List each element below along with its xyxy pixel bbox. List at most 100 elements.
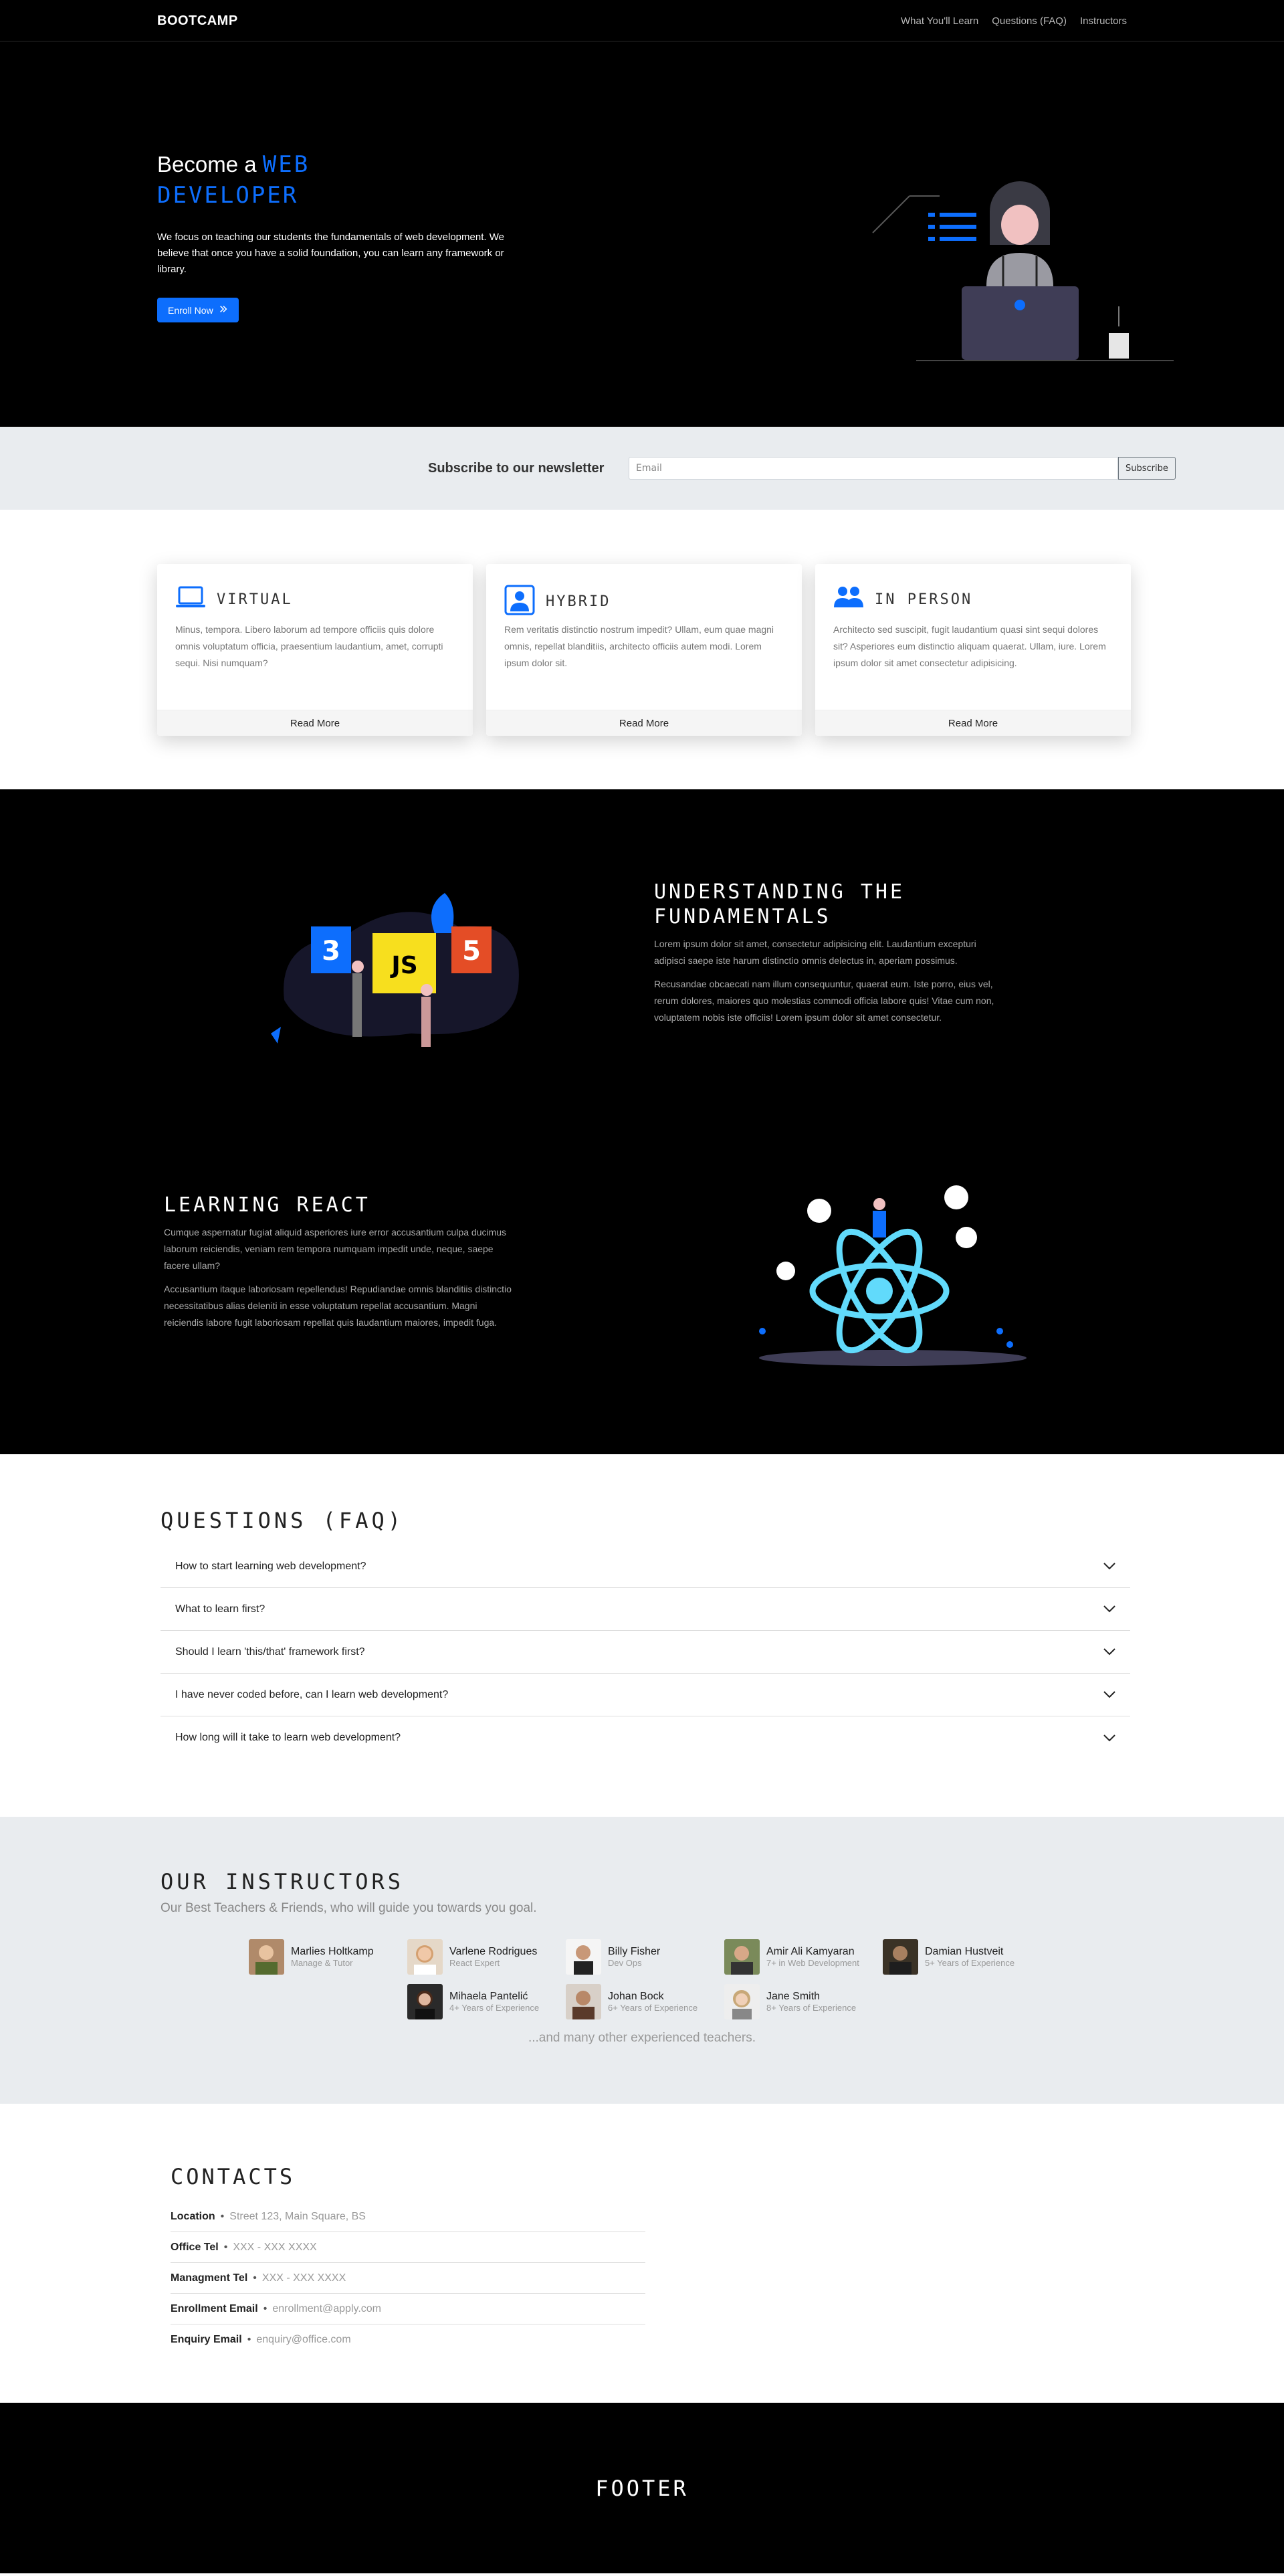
- chevron-down-icon: [1103, 1646, 1115, 1658]
- card-virtual: VIRTUAL Minus, tempora. Libero laborum a…: [157, 564, 473, 736]
- contact-value[interactable]: enrollment@apply.com: [272, 2303, 381, 2315]
- instructor-card[interactable]: Varlene Rodrigues React Expert: [407, 1939, 537, 1975]
- svg-text:5: 5: [462, 936, 481, 967]
- instructor-role: 6+ Years of Experience: [608, 2003, 698, 2013]
- faq-item[interactable]: Should I learn 'this/that' framework fir…: [160, 1631, 1130, 1674]
- bullet-separator: •: [223, 2241, 228, 2253]
- fundamentals-text: UNDERSTANDING THE FUNDAMENTALS Lorem ips…: [654, 880, 1002, 1026]
- instructor-card[interactable]: Damian Hustveit 5+ Years of Experience: [883, 1939, 1014, 1975]
- card-body: Rem veritatis distinctio nostrum impedit…: [504, 624, 774, 668]
- contact-value[interactable]: XXX - XXX XXXX: [262, 2272, 346, 2284]
- hero-title-accent-web: WEB: [262, 151, 310, 178]
- instructor-name: Damian Hustveit: [925, 1946, 1004, 1957]
- brand-logo[interactable]: BOOTCAMP: [157, 13, 238, 29]
- chevron-down-icon: [1103, 1732, 1115, 1745]
- footer: FOOTER: [0, 2403, 1284, 2573]
- bullet-separator: •: [263, 2302, 268, 2314]
- faq-question: Should I learn 'this/that' framework fir…: [175, 1646, 365, 1658]
- avatar: [566, 1939, 601, 1975]
- fundamentals-title: UNDERSTANDING THE FUNDAMENTALS: [654, 880, 1002, 929]
- newsletter-form: Subscribe to our newsletter Email Subscr…: [428, 427, 1176, 510]
- nav-links: What You'll Learn Questions (FAQ) Instru…: [901, 15, 1127, 27]
- react-text: LEARNING REACT Cumque aspernatur fugiat …: [164, 1193, 512, 1331]
- read-more-button[interactable]: Read More: [486, 710, 802, 736]
- avatar: [249, 1939, 284, 1975]
- contact-label: Enquiry Email: [171, 2334, 242, 2345]
- instructor-role: 5+ Years of Experience: [925, 1958, 1015, 1968]
- instructors-more: ...and many other experienced teachers.: [528, 2031, 756, 2045]
- faq-item[interactable]: How long will it take to learn web devel…: [160, 1716, 1130, 1759]
- hero-title-accent-developer: DEVELOPER: [157, 182, 299, 209]
- chevron-down-icon: [1103, 1603, 1115, 1615]
- contacts-title: CONTACTS: [171, 2164, 296, 2189]
- instructor-card[interactable]: Billy Fisher Dev Ops: [566, 1939, 660, 1975]
- avatar: [566, 1984, 601, 2019]
- enroll-now-button[interactable]: Enroll Now: [157, 298, 239, 322]
- contact-row: Enrollment Email • enrollment@apply.com: [171, 2294, 645, 2324]
- nav-link-faq[interactable]: Questions (FAQ): [992, 15, 1067, 27]
- card-in-person: IN PERSON Architecto sed suscipit, fugit…: [815, 564, 1131, 736]
- double-chevron-right-icon: [219, 304, 228, 316]
- bullet-separator: •: [253, 2272, 257, 2284]
- instructor-name: Varlene Rodrigues: [449, 1946, 538, 1957]
- instructor-card[interactable]: Mihaela Pantelić 4+ Years of Experience: [407, 1984, 539, 2019]
- avatar: [407, 1939, 443, 1975]
- instructors-subtitle: Our Best Teachers & Friends, who will gu…: [160, 1901, 537, 1915]
- faq-accordion: How to start learning web development? W…: [160, 1545, 1130, 1759]
- faq-item[interactable]: What to learn first?: [160, 1588, 1130, 1631]
- learn-section: 3 JS 5 UNDERSTANDING THE FUNDAMENTALS Lo…: [0, 789, 1284, 1454]
- faq-question: What to learn first?: [175, 1603, 265, 1615]
- read-more-button[interactable]: Read More: [815, 710, 1131, 736]
- contact-label: Managment Tel: [171, 2272, 248, 2284]
- faq-title: QUESTIONS (FAQ): [160, 1508, 404, 1533]
- instructor-role: 7+ in Web Development: [766, 1958, 859, 1968]
- contact-label: Enrollment Email: [171, 2302, 258, 2314]
- nav-link-learn[interactable]: What You'll Learn: [901, 15, 978, 27]
- card-title: HYBRID: [546, 593, 611, 610]
- instructor-card[interactable]: Amir Ali Kamyaran 7+ in Web Development: [724, 1939, 859, 1975]
- instructor-name: Mihaela Pantelić: [449, 1991, 528, 2002]
- faq-question: How long will it take to learn web devel…: [175, 1732, 401, 1743]
- react-illustration: [746, 1177, 1040, 1371]
- email-input[interactable]: Email: [629, 457, 1118, 480]
- learning-modes-section: VIRTUAL Minus, tempora. Libero laborum a…: [0, 510, 1284, 789]
- card-title: IN PERSON: [875, 591, 973, 608]
- faq-question: How to start learning web development?: [175, 1560, 366, 1572]
- instructor-name: Marlies Holtkamp: [291, 1946, 374, 1957]
- card-title: VIRTUAL: [217, 591, 293, 608]
- faq-item[interactable]: I have never coded before, can I learn w…: [160, 1674, 1130, 1716]
- hero-illustration: [762, 146, 1177, 367]
- contact-value[interactable]: XXX - XXX XXXX: [233, 2242, 316, 2254]
- chevron-down-icon: [1103, 1688, 1115, 1701]
- avatar: [883, 1939, 918, 1975]
- fundamentals-illustration: 3 JS 5: [257, 866, 558, 1067]
- contact-row: Location • Street 123, Main Square, BS: [171, 2201, 645, 2232]
- contact-label: Location: [171, 2210, 215, 2222]
- read-more-button[interactable]: Read More: [157, 710, 473, 736]
- navbar: BOOTCAMP What You'll Learn Questions (FA…: [0, 0, 1284, 41]
- faq-item[interactable]: How to start learning web development?: [160, 1545, 1130, 1588]
- hero-title: Become a WEB DEVELOPER: [157, 149, 505, 211]
- react-paragraph-2: Accusantium itaque laboriosam repellendu…: [164, 1284, 512, 1328]
- instructor-role: React Expert: [449, 1958, 500, 1968]
- card-hybrid: HYBRID Rem veritatis distinctio nostrum …: [486, 564, 802, 736]
- contacts-list: Location • Street 123, Main Square, BS Off…: [171, 2201, 645, 2355]
- subscribe-button[interactable]: Subscribe: [1118, 457, 1176, 480]
- avatar: [724, 1939, 760, 1975]
- avatar: [724, 1984, 760, 2019]
- instructor-card[interactable]: Johan Bock 6+ Years of Experience: [566, 1984, 698, 2019]
- fundamentals-paragraph-1: Lorem ipsum dolor sit amet, consectetur …: [654, 938, 976, 966]
- enroll-now-label: Enroll Now: [168, 304, 213, 316]
- hero-section: Become a WEB DEVELOPER We focus on teach…: [0, 41, 1284, 427]
- svg-text:3: 3: [322, 936, 340, 967]
- contact-value[interactable]: enquiry@office.com: [256, 2334, 350, 2346]
- faq-section: QUESTIONS (FAQ) How to start learning we…: [0, 1454, 1284, 1817]
- fundamentals-title-line-1: UNDERSTANDING THE: [654, 880, 905, 904]
- instructor-card[interactable]: Marlies Holtkamp Manage & Tutor: [249, 1939, 374, 1975]
- contact-row: Office Tel • XXX - XXX XXXX: [171, 2232, 645, 2263]
- instructor-card[interactable]: Jane Smith 8+ Years of Experience: [724, 1984, 856, 2019]
- instructor-role: Manage & Tutor: [291, 1958, 353, 1968]
- chevron-down-icon: [1103, 1560, 1115, 1573]
- nav-link-instructors[interactable]: Instructors: [1080, 15, 1127, 27]
- instructor-name: Jane Smith: [766, 1991, 821, 2002]
